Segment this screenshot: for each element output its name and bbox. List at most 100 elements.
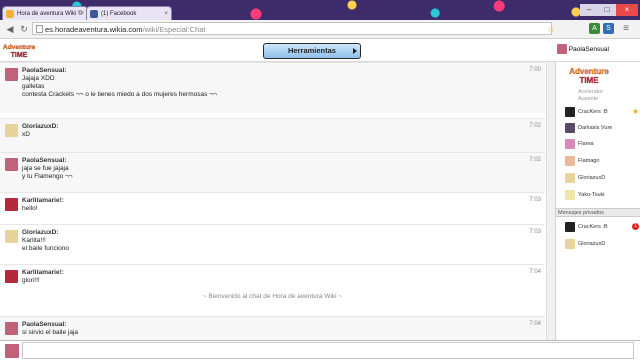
private-message-item[interactable]: GloriazuxD <box>556 236 640 252</box>
minimize-window-button[interactable]: – <box>580 4 598 16</box>
close-tab-icon[interactable]: × <box>164 7 168 20</box>
message-text: glori!!! <box>22 277 40 284</box>
user-list-item[interactable]: Flarea <box>556 136 640 152</box>
tab-facebook[interactable]: (1) Facebook × <box>86 6 172 20</box>
chat-message: Karlitamarie!: 7:03 hello! <box>0 192 545 225</box>
message-time: 7:00 <box>529 67 541 73</box>
user-name: Flamago <box>578 158 600 164</box>
avatar <box>557 44 567 55</box>
chat-scrollbar[interactable] <box>546 62 555 340</box>
avatar <box>565 222 575 232</box>
unread-badge: 1 <box>632 223 639 230</box>
tools-button[interactable]: Herramientas <box>263 43 361 59</box>
private-message-item[interactable]: CracKers :B 1 <box>556 219 640 235</box>
avatar <box>565 123 575 133</box>
chat-message: PaolaSensual: 7:00 Jajaja XDD galletas c… <box>0 62 545 113</box>
message-time: 7:02 <box>529 123 541 129</box>
message-text: hello! <box>22 205 38 212</box>
dropdown-arrow-icon <box>353 48 357 54</box>
message-time: 7:03 <box>529 197 541 203</box>
message-author[interactable]: GloriazuxD: <box>22 229 58 236</box>
message-composer <box>0 340 640 361</box>
user-name: Yako-Tsuki <box>578 192 605 198</box>
sidebar-wiki-logo: Adventure TIME <box>569 67 609 85</box>
url-path: /wiki/Especial:Chat <box>142 25 206 34</box>
message-text: Jajaja XDD <box>22 75 55 82</box>
user-list-item[interactable]: CracKers :B ★ <box>556 104 640 120</box>
message-time: 7:04 <box>529 321 541 327</box>
svg-text:Adventure: Adventure <box>3 44 36 51</box>
url-domain: es.horadeaventura.wikia.com <box>45 25 143 34</box>
address-toolbar: ◀ ↻ es.horadeaventura.wikia.com/wiki/Esp… <box>0 20 640 39</box>
extension-s-icon[interactable]: S <box>603 23 614 34</box>
browser-tab-strip: Hora de aventura Wiki © × (1) Facebook ×… <box>0 0 640 20</box>
user-list-sidebar: Adventure TIME Acelerator Ausente CracKe… <box>555 62 640 340</box>
avatar <box>565 139 575 149</box>
chat-message: PaolaSensual: 7:02 jaja se fue jajaja y … <box>0 152 545 193</box>
svg-text:Adventure: Adventure <box>569 67 609 76</box>
message-text: galletas <box>22 83 45 90</box>
chat-message: GloriazuxD: 7:02 xD <box>0 118 545 153</box>
tab-label: (1) Facebook <box>101 11 137 17</box>
avatar <box>565 156 575 166</box>
address-bar[interactable]: es.horadeaventura.wikia.com/wiki/Especia… <box>32 22 552 35</box>
avatar <box>5 344 19 358</box>
menu-icon[interactable]: ≡ <box>620 23 632 35</box>
avatar <box>565 173 575 183</box>
extension-a-icon[interactable]: A <box>589 23 600 34</box>
message-text: jaja se fue jajaja <box>22 165 69 172</box>
user-name: GloriazuxD <box>578 175 606 181</box>
back-icon[interactable]: ◀ <box>4 23 16 35</box>
tab-hora-de-aventura[interactable]: Hora de aventura Wiki © × <box>2 6 88 20</box>
avatar <box>5 158 18 171</box>
user-name: CracKers :B <box>578 224 608 230</box>
user-status: Ausente <box>578 96 599 102</box>
message-author[interactable]: PaolaSensual: <box>22 321 66 328</box>
user-name: Flarea <box>578 141 594 147</box>
user-list-item[interactable]: Acelerator Ausente <box>556 86 640 106</box>
user-name: Darkaxis Vure <box>578 125 613 131</box>
close-tab-icon[interactable]: × <box>80 7 84 20</box>
message-time: 7:03 <box>529 229 541 235</box>
avatar <box>5 230 18 243</box>
user-list-item[interactable]: GloriazuxD <box>556 170 640 186</box>
reload-icon[interactable]: ↻ <box>18 23 30 35</box>
user-list-item[interactable]: Flamago <box>556 153 640 169</box>
current-user[interactable]: PaolaSensual <box>557 43 640 57</box>
adventure-time-logo[interactable]: Adventure TIME <box>2 41 36 59</box>
svg-text:TIME: TIME <box>579 76 599 85</box>
avatar <box>5 198 18 211</box>
user-list-item[interactable]: Yako-Tsuki <box>556 187 640 203</box>
avatar <box>5 322 18 335</box>
tab-label: Hora de aventura Wiki © <box>17 11 83 17</box>
message-author[interactable]: Karlitamarie!: <box>22 197 64 204</box>
wikia-favicon-icon <box>6 10 14 18</box>
message-time: 7:04 <box>529 269 541 275</box>
message-text: y tu Flamengo ¬¬ <box>22 173 73 180</box>
message-author[interactable]: PaolaSensual: <box>22 157 66 164</box>
message-author[interactable]: GloriazuxD: <box>22 123 58 130</box>
avatar <box>565 239 575 249</box>
chat-message: GloriazuxD: 7:03 Karlita!!! el baile fun… <box>0 224 545 265</box>
current-user-name: PaolaSensual <box>568 46 609 53</box>
facebook-favicon-icon <box>90 10 98 18</box>
message-text: xD <box>22 131 30 138</box>
chat-message: Karlitamarie!: 7:04 glori!!! <box>0 264 545 295</box>
message-time: 7:02 <box>529 157 541 163</box>
message-text: Karlita!!! <box>22 237 46 244</box>
user-list-item[interactable]: Darkaxis Vure <box>556 120 640 136</box>
message-input[interactable] <box>22 342 634 359</box>
avatar <box>565 107 575 117</box>
user-name: GloriazuxD <box>578 241 606 247</box>
bookmark-star-icon[interactable]: ☆ <box>545 23 557 35</box>
message-text: si sirvio el baile jaja <box>22 329 78 336</box>
avatar <box>5 270 18 283</box>
star-icon: ★ <box>631 107 639 116</box>
close-window-button[interactable]: × <box>616 4 638 16</box>
private-messages-header: Mensajes privados <box>556 208 640 217</box>
message-author[interactable]: Karlitamarie!: <box>22 269 64 276</box>
tools-label: Herramientas <box>288 46 336 55</box>
avatar <box>5 68 18 81</box>
maximize-window-button[interactable]: □ <box>598 4 616 16</box>
message-author[interactable]: PaolaSensual: <box>22 67 66 74</box>
